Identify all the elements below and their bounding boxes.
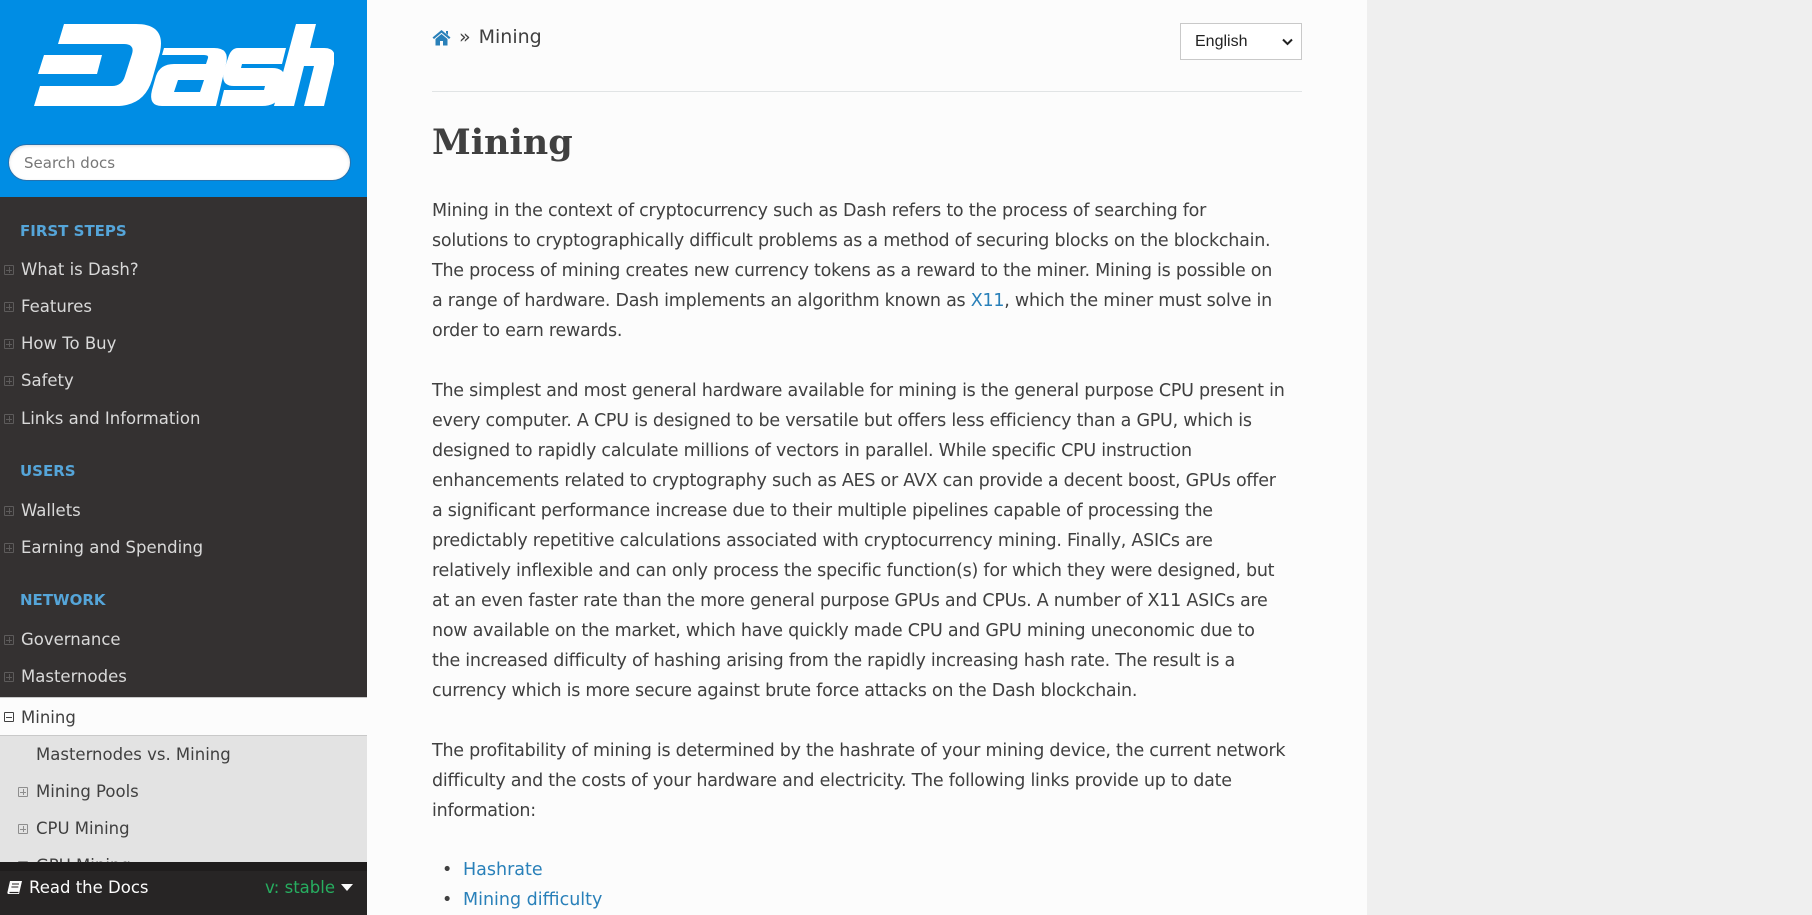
sub-item-mining-pools[interactable]: Mining Pools: [0, 773, 367, 810]
paragraph-hardware: The simplest and most general hardware a…: [432, 376, 1312, 706]
sub-item-masternodes-vs-mining[interactable]: Masternodes vs. Mining: [0, 736, 367, 773]
sub-item-label: Mining Pools: [36, 782, 139, 801]
caption-first-steps: FIRST STEPS: [20, 222, 127, 240]
nav-item-governance[interactable]: Governance: [0, 621, 367, 658]
nav-item-label: Earning and Spending: [21, 538, 204, 557]
paragraph-intro: Mining in the context of cryptocurrency …: [432, 196, 1312, 346]
breadcrumb-current: Mining: [478, 26, 542, 48]
nav-item-what-is-dash[interactable]: What is Dash?: [0, 251, 367, 288]
expand-icon[interactable]: [4, 672, 14, 682]
sub-item-gpu-mining[interactable]: GPU Mining: [0, 847, 367, 863]
caret-down-icon: [341, 884, 353, 891]
text-line: difficulty and the costs of your hardwar…: [432, 771, 1232, 791]
expand-icon[interactable]: [4, 265, 14, 275]
list-item: Hashrate: [432, 855, 602, 885]
page-background-right: [1367, 0, 1812, 915]
text-line: every computer. A CPU is designed to be …: [432, 411, 1252, 431]
text-line: The simplest and most general hardware a…: [432, 381, 1285, 401]
list-item: Mining difficulty: [432, 885, 602, 915]
expand-icon[interactable]: [4, 339, 14, 349]
sidebar-header: [0, 0, 367, 197]
dash-logo[interactable]: [24, 22, 334, 108]
text-fragment: , which the miner must solve in: [1004, 291, 1272, 311]
mining-difficulty-link[interactable]: Mining difficulty: [463, 890, 602, 910]
text-line: a range of hardware. Dash implements an …: [432, 286, 1312, 316]
rtd-versions-footer[interactable]: Read the Docs v: stable: [0, 862, 367, 915]
sidebar: FIRST STEPS What is Dash? Features How T…: [0, 0, 367, 915]
sub-item-cpu-mining[interactable]: CPU Mining: [0, 810, 367, 847]
nav-item-label: Safety: [21, 371, 74, 390]
text-line: order to earn rewards.: [432, 321, 623, 341]
nav-item-masternodes[interactable]: Masternodes: [0, 658, 367, 695]
text-line: Mining in the context of cryptocurrency …: [432, 201, 1207, 221]
rtd-label: Read the Docs: [7, 878, 149, 897]
caption-users: USERS: [20, 462, 76, 480]
info-links-list: Hashrate Mining difficulty: [432, 855, 602, 915]
book-icon: [7, 880, 23, 894]
nav-item-label: Governance: [21, 630, 121, 649]
nav-item-label: Wallets: [21, 501, 81, 520]
text-line: The profitability of mining is determine…: [432, 741, 1286, 761]
nav-item-links-and-information[interactable]: Links and Information: [0, 400, 367, 437]
text-line: designed to rapidly calculate millions o…: [432, 441, 1192, 461]
nav-item-label: Mining: [21, 708, 76, 727]
sub-item-label: CPU Mining: [36, 819, 130, 838]
hashrate-link[interactable]: Hashrate: [463, 860, 543, 880]
expand-icon[interactable]: [4, 506, 14, 516]
sub-item-label: Masternodes vs. Mining: [36, 745, 231, 764]
header-divider: [432, 91, 1302, 92]
expand-icon[interactable]: [4, 302, 14, 312]
content: » Mining English Mining Mining in the co…: [367, 0, 1367, 915]
expand-icon[interactable]: [18, 824, 28, 834]
breadcrumb-separator: »: [459, 26, 471, 48]
collapse-icon[interactable]: [4, 712, 14, 722]
rtd-label-text: Read the Docs: [29, 878, 149, 897]
text-line: solutions to cryptographically difficult…: [432, 231, 1271, 251]
nav-item-earning-and-spending[interactable]: Earning and Spending: [0, 529, 367, 566]
chevron-down-icon: [1282, 38, 1293, 45]
text-line: now available on the market, which have …: [432, 621, 1255, 641]
text-fragment: a range of hardware. Dash implements an …: [432, 291, 971, 311]
expand-icon[interactable]: [18, 787, 28, 797]
version-selector[interactable]: v: stable: [265, 878, 353, 897]
text-line: information:: [432, 801, 536, 821]
nav-item-safety[interactable]: Safety: [0, 362, 367, 399]
expand-icon[interactable]: [4, 376, 14, 386]
home-icon[interactable]: [432, 29, 451, 46]
text-line: relatively inflexible and can only proce…: [432, 561, 1275, 581]
x11-link[interactable]: X11: [971, 291, 1005, 311]
language-value: English: [1195, 32, 1248, 50]
page-title: Mining: [432, 122, 573, 163]
expand-icon[interactable]: [4, 635, 14, 645]
text-line: currency which is more secure against br…: [432, 681, 1138, 701]
text-line: a significant performance increase due t…: [432, 501, 1213, 521]
text-line: The process of mining creates new curren…: [432, 261, 1273, 281]
text-line: the increased difficulty of hashing aris…: [432, 651, 1235, 671]
nav-item-label: Links and Information: [21, 409, 201, 428]
expand-icon[interactable]: [4, 414, 14, 424]
nav-item-label: Masternodes: [21, 667, 127, 686]
nav-item-label: How To Buy: [21, 334, 117, 353]
language-select[interactable]: English: [1180, 23, 1302, 60]
expand-icon[interactable]: [4, 543, 14, 553]
paragraph-profitability: The profitability of mining is determine…: [432, 736, 1312, 826]
caption-network: NETWORK: [20, 591, 106, 609]
text-line: enhancements related to cryptography suc…: [432, 471, 1276, 491]
nav-item-how-to-buy[interactable]: How To Buy: [0, 325, 367, 362]
mining-subnav: Masternodes vs. Mining Mining Pools CPU …: [0, 736, 367, 863]
nav-item-label: Features: [21, 297, 92, 316]
nav-item-wallets[interactable]: Wallets: [0, 492, 367, 529]
nav-item-label: What is Dash?: [21, 260, 139, 279]
text-line: at an even faster rate than the more gen…: [432, 591, 1268, 611]
search-input[interactable]: [8, 144, 351, 181]
text-line: predictably repetitive calculations asso…: [432, 531, 1213, 551]
nav-item-features[interactable]: Features: [0, 288, 367, 325]
breadcrumb: » Mining: [432, 26, 542, 48]
version-text: v: stable: [264, 878, 335, 897]
nav-item-mining-current[interactable]: Mining: [0, 697, 367, 736]
